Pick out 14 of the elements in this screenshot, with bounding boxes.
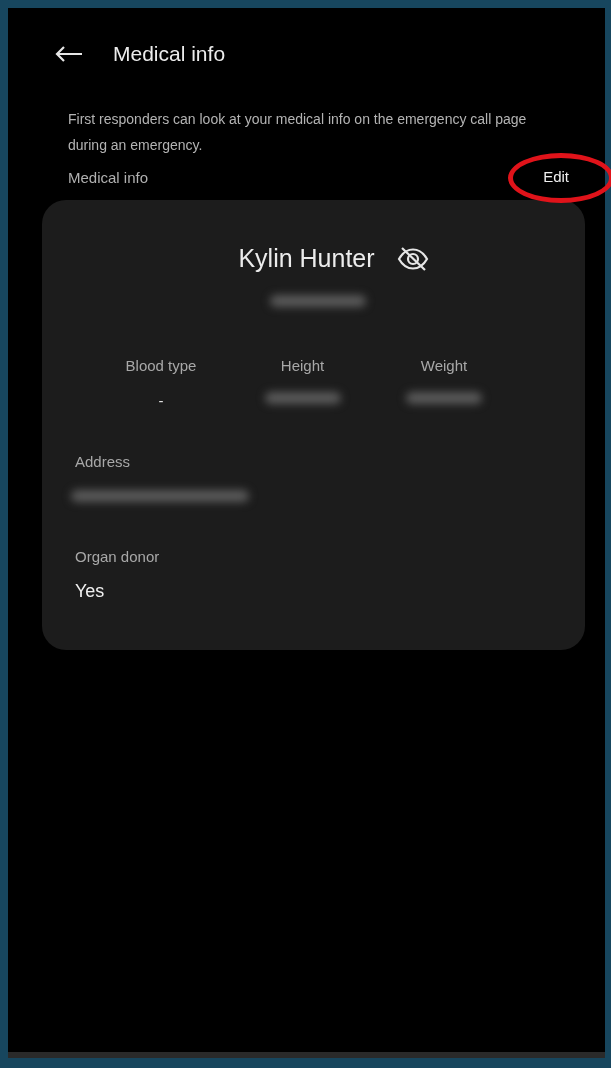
section-label: Medical info bbox=[68, 168, 149, 186]
eye-off-icon[interactable] bbox=[396, 245, 429, 272]
page-title: Medical info bbox=[113, 42, 226, 66]
field-label: Blood type bbox=[125, 357, 197, 374]
field-value: - bbox=[158, 392, 164, 409]
field-value: Yes bbox=[75, 581, 105, 602]
description-text: First responders can look at your medical info on the emergency call page during an emergency. bbox=[68, 110, 528, 155]
field-label: Height bbox=[280, 357, 325, 374]
person-name: Kylin Hunter bbox=[238, 244, 375, 273]
edit-link[interactable]: Edit bbox=[543, 168, 569, 185]
back-icon[interactable] bbox=[55, 46, 83, 62]
field-label: Address bbox=[75, 453, 131, 470]
field-label: Organ donor bbox=[75, 548, 160, 565]
field-label: Weight bbox=[420, 357, 468, 374]
